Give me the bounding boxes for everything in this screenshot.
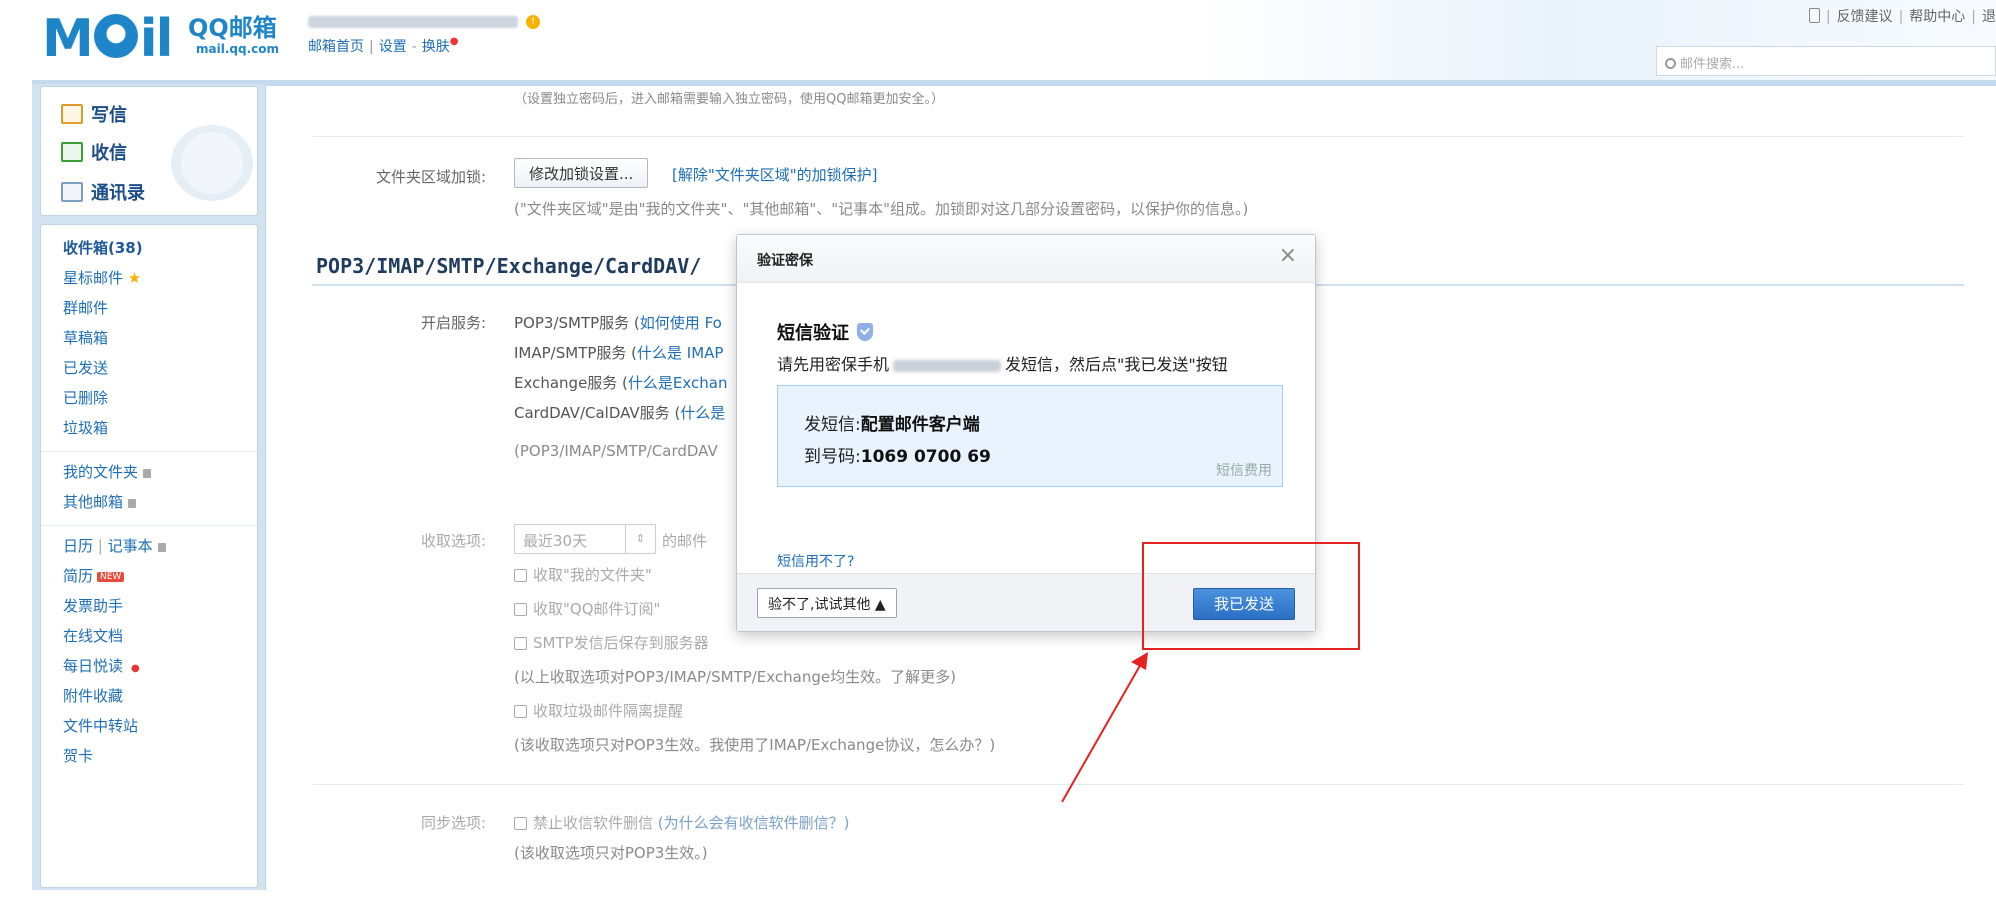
annotation-arrow — [1061, 652, 1148, 803]
arrow-line — [1061, 661, 1143, 803]
mail-settings-page: Mil QQ邮箱 mail.qq.com ! 邮箱首页 | 设置 - 换肤● | 反馈建议… — [0, 0, 1996, 916]
